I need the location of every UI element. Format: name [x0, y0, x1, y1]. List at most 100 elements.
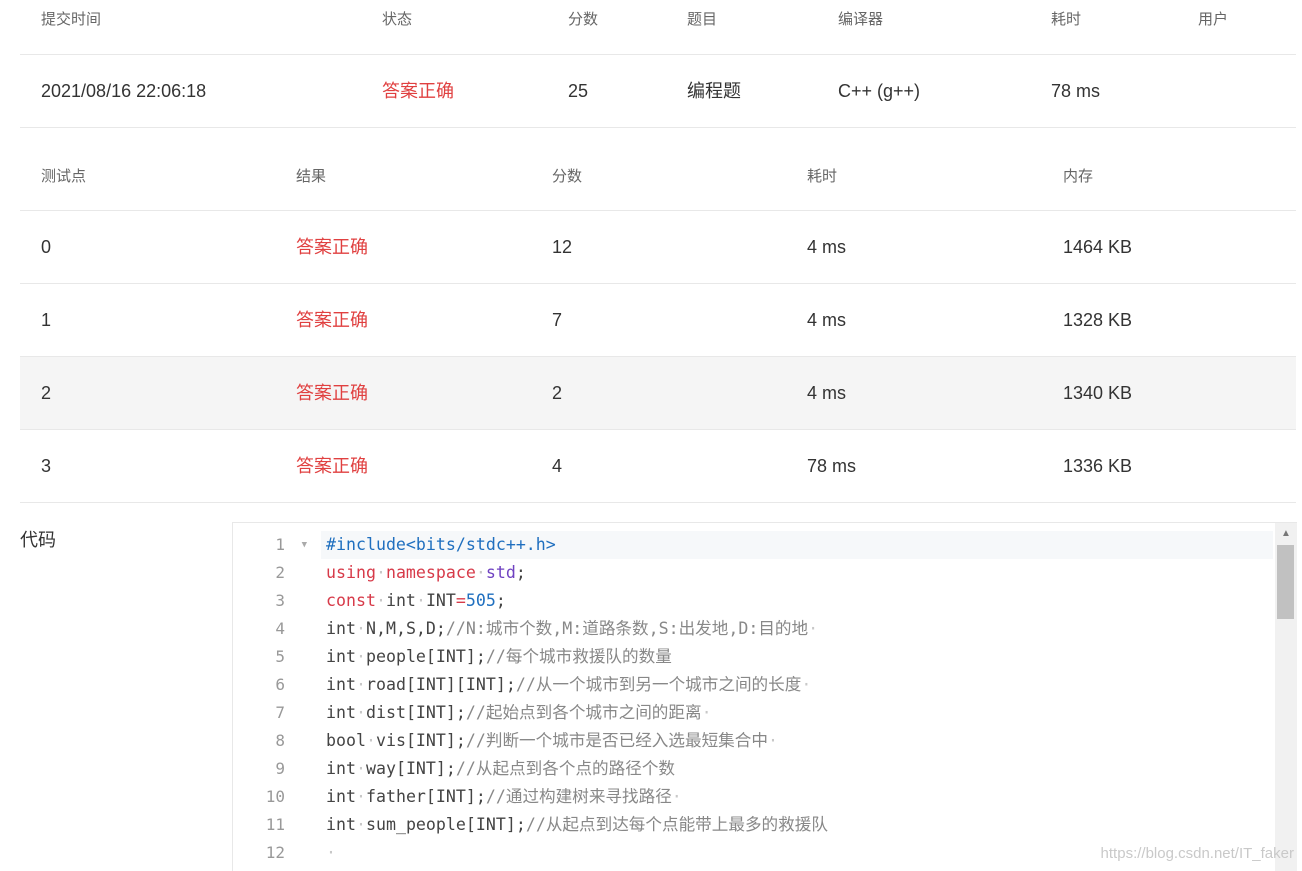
duration: 78 ms [1051, 81, 1101, 101]
header-status: 状态 [382, 11, 413, 28]
code-token: people[INT]; [365, 647, 486, 666]
code-token: · [355, 675, 366, 694]
line-number: 6 [275, 675, 285, 694]
problem-link[interactable]: 编程题 [687, 55, 741, 127]
header-problem: 题目 [687, 11, 718, 28]
code-token: using [326, 563, 376, 582]
testcase-memory: 1464 KB [1063, 237, 1133, 257]
code-lines[interactable]: #include<bits/stdc++.h> using·namespace·s… [321, 531, 1273, 867]
line-number-gutter: 1 ▼ 2 3 4 5 6 7 8 9 10 11 12 [233, 531, 307, 867]
testcase-time: 4 ms [807, 310, 847, 330]
code-token: sum_people[INT]; [365, 815, 526, 834]
code-token: · [671, 787, 682, 806]
code-token: //通过构建树来寻找路径 [485, 787, 672, 806]
code-token: road[INT][INT]; [365, 675, 516, 694]
testcase-table: 测试点 结果 分数 耗时 内存 0 答案正确 12 4 ms 1464 KB 1… [20, 127, 1296, 503]
submission-table: 提交时间 状态 分数 题目 编译器 耗时 用户 2021/08/16 22:06… [20, 0, 1296, 128]
testcase-row: 1 答案正确 7 4 ms 1328 KB [20, 284, 1296, 357]
code-token: int [326, 815, 356, 834]
testcase-result: 答案正确 [296, 456, 368, 476]
submission-header-row: 提交时间 状态 分数 题目 编译器 耗时 用户 [20, 0, 1296, 55]
code-line: const·int·INT=505; [321, 587, 1273, 615]
editor-scrollbar[interactable]: ▲ [1275, 523, 1297, 871]
testcase-score: 4 [552, 456, 563, 476]
code-token: way[INT]; [365, 759, 456, 778]
code-line: #include<bits/stdc++.h> [321, 531, 1273, 559]
code-token: //每个城市救援队的数量 [485, 647, 672, 666]
line-number: 11 [265, 815, 285, 834]
code-token: //N:城市个数,M:道路条数,S:出发地,D:目的地 [445, 619, 809, 638]
header-user: 用户 [1198, 11, 1229, 28]
code-token: //从起点到各个点的路径个数 [455, 759, 676, 778]
header-score: 分数 [568, 11, 599, 28]
code-token: · [375, 591, 386, 610]
code-token: · [375, 563, 386, 582]
code-token: int [326, 647, 356, 666]
code-token: · [415, 591, 426, 610]
code-line: int·people[INT];//每个城市救援队的数量 [321, 643, 1273, 671]
code-token: INT [425, 591, 456, 610]
code-token: namespace [385, 563, 476, 582]
score: 25 [568, 81, 589, 101]
testcase-result: 答案正确 [296, 237, 368, 257]
code-token: N,M,S,D; [365, 619, 446, 638]
code-label: 代码 [20, 530, 56, 550]
code-token: //从起点到达每个点能带上最多的救援队 [525, 815, 828, 834]
scrollbar-thumb[interactable] [1277, 545, 1294, 619]
testcase-id: 2 [41, 383, 52, 403]
line-number: 2 [275, 563, 285, 582]
testcase-time: 78 ms [807, 456, 857, 476]
testcase-memory: 1328 KB [1063, 310, 1133, 330]
code-token: · [326, 843, 336, 862]
code-token: int [326, 787, 356, 806]
testcase-score: 12 [552, 237, 573, 257]
testcase-time: 4 ms [807, 383, 847, 403]
line-number: 1 ▼ [233, 531, 307, 559]
code-token: · [365, 731, 376, 750]
line-number: 5 [275, 647, 285, 666]
code-editor[interactable]: 1 ▼ 2 3 4 5 6 7 8 9 10 11 12 #include<bits/stdc++.h>… [232, 522, 1297, 871]
submit-time: 2021/08/16 22:06:18 [41, 81, 207, 101]
testcase-row-hovered: 2 答案正确 2 4 ms 1340 KB [20, 357, 1296, 430]
code-line: int·road[INT][INT];//从一个城市到另一个城市之间的长度· [321, 671, 1273, 699]
line-number: 10 [265, 787, 285, 806]
code-token: //从一个城市到另一个城市之间的长度 [515, 675, 802, 694]
code-token: int [385, 591, 416, 610]
code-token: ; [495, 591, 506, 610]
code-token: int [326, 675, 356, 694]
testcase-score: 7 [552, 310, 563, 330]
line-number: 4 [275, 619, 285, 638]
testcase-memory: 1336 KB [1063, 456, 1133, 476]
code-token: · [475, 563, 486, 582]
line-number: 9 [275, 759, 285, 778]
testcase-id: 3 [41, 456, 52, 476]
testcase-result: 答案正确 [296, 383, 368, 403]
header-duration: 耗时 [1051, 11, 1082, 28]
code-line: int·way[INT];//从起点到各个点的路径个数 [321, 755, 1273, 783]
line-number: 7 [275, 703, 285, 722]
code-token: · [808, 619, 819, 638]
code-token: int [326, 759, 356, 778]
code-token: · [355, 647, 366, 666]
status-link[interactable]: 答案正确 [382, 55, 454, 127]
compiler: C++ (g++) [838, 81, 921, 101]
header-compiler: 编译器 [838, 11, 884, 28]
testcase-id: 1 [41, 310, 52, 330]
testcase-row: 0 答案正确 12 4 ms 1464 KB [20, 211, 1296, 284]
code-token: ; [515, 563, 526, 582]
line-number: 12 [265, 843, 285, 862]
code-token: · [355, 619, 366, 638]
testcase-id: 0 [41, 237, 52, 257]
testcase-header-row: 测试点 结果 分数 耗时 内存 [20, 127, 1296, 211]
testcase-memory: 1340 KB [1063, 383, 1133, 403]
fold-arrow-icon[interactable]: ▼ [302, 531, 307, 559]
code-token: #include<bits/stdc++.h> [326, 535, 556, 554]
code-token: · [355, 787, 366, 806]
testcase-result: 答案正确 [296, 310, 368, 330]
code-token: //起始点到各个城市之间的距离 [465, 703, 702, 722]
submission-row: 2021/08/16 22:06:18 答案正确 25 编程题 C++ (g++… [20, 55, 1296, 128]
code-token: · [355, 759, 366, 778]
code-line: int·sum_people[INT];//从起点到达每个点能带上最多的救援队 [321, 811, 1273, 839]
scroll-up-arrow-icon[interactable]: ▲ [1281, 529, 1291, 539]
code-line: bool·vis[INT];//判断一个城市是否已经入选最短集合中· [321, 727, 1273, 755]
